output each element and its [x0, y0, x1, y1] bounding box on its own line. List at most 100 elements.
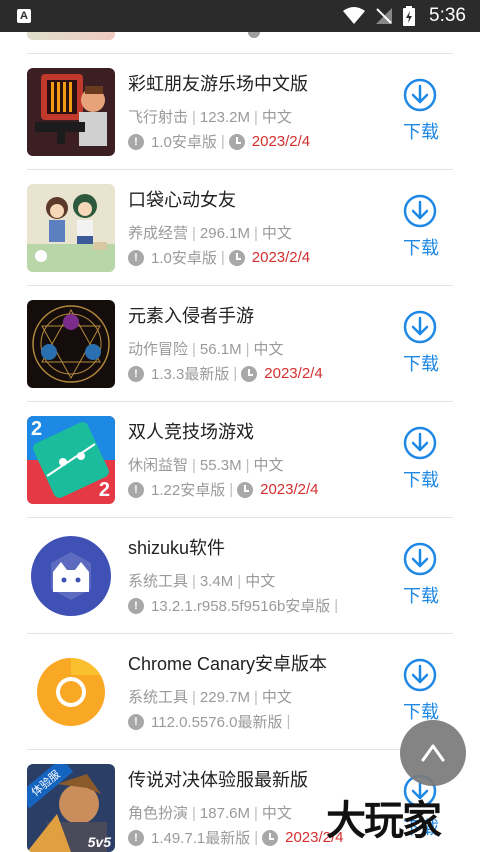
app-version-row: 1.49.7.1最新版|2023/2/4 [128, 827, 344, 848]
app-size: 296.1M [199, 225, 250, 242]
clock-icon [241, 365, 258, 382]
download-icon [403, 78, 437, 112]
app-version: 1.3.3最新版 [151, 366, 230, 383]
app-size: 56.1M [199, 341, 242, 358]
download-icon [403, 426, 437, 460]
scroll-to-top-button[interactable] [400, 720, 466, 786]
status-bar: A 5:36 [0, 0, 480, 32]
app-language: 中文 [261, 689, 292, 706]
app-size: 187.6M [199, 805, 250, 822]
app-version: 1.22安卓版 [151, 482, 226, 499]
app-version: 1.0安卓版 [151, 134, 217, 151]
app-version-row: 112.0.5576.0最新版| [128, 711, 294, 732]
battery-charging-icon [403, 6, 416, 26]
shizuku-icon [27, 532, 115, 620]
app-date: 2023/2/4 [264, 365, 323, 382]
list-item[interactable]: 元素入侵者手游 动作冒险|56.1M|中文 1.3.3最新版|2023/2/4 … [0, 286, 480, 402]
app-language: 中文 [245, 573, 276, 590]
chrome-canary-icon [27, 648, 115, 736]
app-title[interactable]: 彩虹朋友游乐场中文版 [128, 70, 308, 96]
app-version: 1.0安卓版 [151, 250, 217, 267]
clock-time: 5:36 [429, 5, 466, 26]
app-category: 养成经营 [128, 225, 189, 242]
clock-icon [228, 249, 245, 266]
app-category: 飞行射击 [128, 109, 189, 126]
download-label: 下载 [403, 238, 439, 258]
previous-item-peek [0, 32, 480, 54]
app-notification-icon: A [17, 9, 31, 23]
download-label: 下载 [403, 122, 439, 142]
list-item[interactable]: 2 2 双人竞技场游戏 休闲益智|55.3M|中文 1.22安卓版|2023/2… [0, 402, 480, 518]
wifi-icon [343, 7, 366, 24]
app-category: 系统工具 [128, 573, 189, 590]
app-version: 1.49.7.1最新版 [151, 830, 251, 847]
app-version-row: 13.2.1.r958.5f9516b安卓版| [128, 595, 342, 616]
app-meta: 飞行射击 | 123.2M | 中文 [128, 109, 292, 126]
app-meta: 养成经营 | 296.1M | 中文 [128, 225, 292, 242]
download-label: 下载 [403, 354, 439, 374]
app-language: 中文 [261, 805, 292, 822]
app-title[interactable]: 元素入侵者手游 [128, 302, 254, 328]
app-version: 13.2.1.r958.5f9516b安卓版 [151, 598, 331, 615]
app-language: 中文 [261, 109, 292, 126]
app-title[interactable]: shizuku软件 [128, 534, 225, 560]
element-invader-thumbnail [27, 300, 115, 388]
app-title[interactable]: 双人竞技场游戏 [128, 418, 254, 444]
app-date: 2023/2/4 [251, 249, 311, 266]
clock-icon [228, 133, 245, 150]
download-button[interactable]: 下载 [400, 310, 444, 380]
app-list[interactable]: 彩虹朋友游乐场中文版 飞行射击|123.2M|中文 1.0安卓版|2023/2/… [0, 32, 480, 852]
app-category: 休闲益智 [128, 457, 189, 474]
rainbow-friends-thumbnail [27, 68, 115, 156]
no-signal-icon [376, 8, 393, 24]
list-item[interactable]: 口袋心动女友 养成经营|296.1M|中文 1.0安卓版|2023/2/4 下载 [0, 170, 480, 286]
app-size: 229.7M [199, 689, 250, 706]
download-button[interactable]: 下载 [400, 658, 444, 728]
app-size: 55.3M [199, 457, 242, 474]
app-language: 中文 [253, 341, 284, 358]
app-language: 中文 [253, 457, 284, 474]
arena-score-left: 2 [31, 418, 43, 440]
info-icon [128, 133, 144, 150]
app-meta: 系统工具 | 3.4M | 中文 [128, 573, 276, 590]
previous-item-thumbnail [27, 32, 115, 40]
app-title[interactable]: 传说对决体验服最新版 [128, 766, 308, 792]
app-size: 123.2M [199, 109, 250, 126]
app-category: 角色扮演 [128, 805, 189, 822]
download-button[interactable]: 下载 [400, 542, 444, 612]
chevron-up-icon [421, 744, 445, 762]
clock-icon [248, 32, 260, 38]
info-icon [128, 365, 144, 382]
app-version-row: 1.22安卓版|2023/2/4 [128, 479, 319, 500]
info-icon [128, 829, 144, 846]
app-meta: 休闲益智 | 55.3M | 中文 [128, 457, 284, 474]
list-item[interactable]: shizuku软件 系统工具|3.4M|中文 13.2.1.r958.5f951… [0, 518, 480, 634]
two-player-arena-thumbnail: 2 2 [27, 416, 115, 504]
watermark-logo: 大玩家 [326, 797, 442, 844]
info-icon [128, 597, 144, 614]
arena-score-right: 2 [98, 479, 110, 501]
app-meta: 系统工具 | 229.7M | 中文 [128, 689, 292, 706]
app-title[interactable]: Chrome Canary安卓版本 [128, 650, 327, 676]
clock-icon [262, 829, 279, 846]
info-icon [128, 249, 144, 266]
download-button[interactable]: 下载 [400, 194, 444, 264]
download-button[interactable]: 下载 [400, 78, 444, 148]
pocket-girlfriend-thumbnail [27, 184, 115, 272]
info-icon [128, 481, 144, 498]
app-language: 中文 [261, 225, 292, 242]
app-title[interactable]: 口袋心动女友 [128, 186, 236, 212]
5v5-logo: 5v5 [87, 834, 111, 850]
app-category: 系统工具 [128, 689, 189, 706]
app-size: 3.4M [199, 573, 234, 590]
app-date: 2023/2/4 [251, 133, 311, 150]
app-date: 2023/2/4 [260, 481, 319, 498]
arena-of-valor-thumbnail: 体验服 5v5 [27, 764, 115, 852]
list-item[interactable]: 彩虹朋友游乐场中文版 飞行射击|123.2M|中文 1.0安卓版|2023/2/… [0, 54, 480, 170]
download-icon [403, 194, 437, 228]
app-version-row: 1.0安卓版|2023/2/4 [128, 247, 310, 268]
download-button[interactable]: 下载 [400, 426, 444, 496]
download-icon [403, 658, 437, 692]
app-version: 112.0.5576.0最新版 [151, 714, 283, 731]
download-icon [403, 542, 437, 576]
